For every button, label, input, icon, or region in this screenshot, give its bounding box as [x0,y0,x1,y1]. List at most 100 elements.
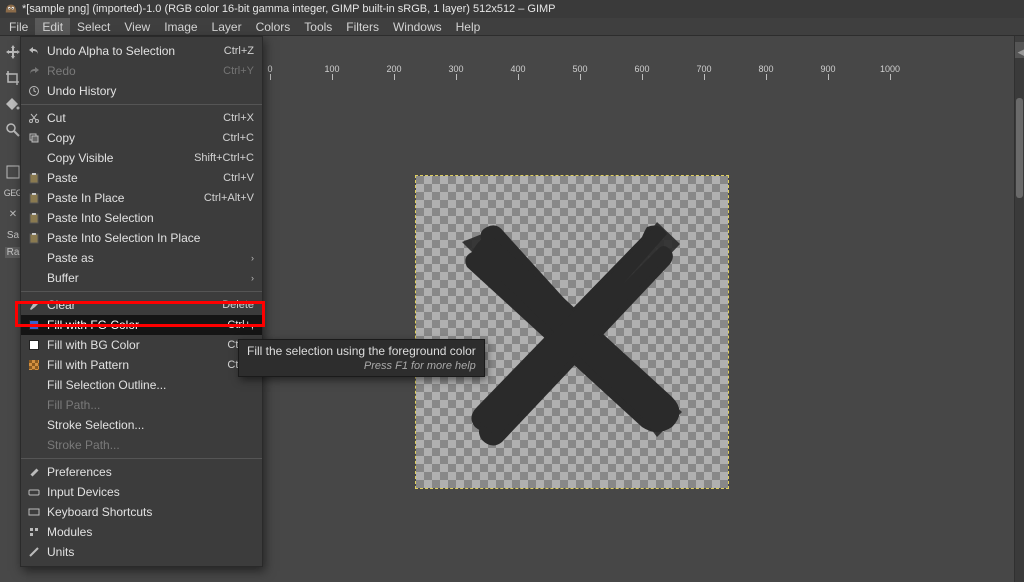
menu-view[interactable]: View [117,18,157,35]
menu-item-redo: RedoCtrl+Y [21,61,262,81]
menu-item-input-devices[interactable]: Input Devices [21,482,262,502]
menu-item-undo-history[interactable]: Undo History [21,81,262,101]
toolbox-label-ra: Ra [5,247,22,258]
menu-item-copy[interactable]: CopyCtrl+C [21,128,262,148]
blank-icon [27,438,41,452]
menu-separator [21,458,262,459]
menu-item-fill-with-bg-color[interactable]: Fill with BG ColorCtrl+. [21,335,262,355]
menu-item-label: Paste as [47,251,245,265]
menu-item-undo-alpha-to-selection[interactable]: Undo Alpha to SelectionCtrl+Z [21,41,262,61]
menu-item-fill-with-pattern[interactable]: Fill with PatternCtrl+; [21,355,262,375]
menu-item-label: Paste In Place [47,191,204,205]
blank-icon [27,151,41,165]
menu-edit[interactable]: Edit [35,18,70,35]
undo-icon [27,44,41,58]
paste-icon [27,231,41,245]
menu-item-accelerator: Shift+Ctrl+C [194,152,254,164]
menu-colors[interactable]: Colors [249,18,298,35]
units-icon [27,545,41,559]
menu-item-keyboard-shortcuts[interactable]: Keyboard Shortcuts [21,502,262,522]
menu-windows[interactable]: Windows [386,18,449,35]
menu-item-paste[interactable]: PasteCtrl+V [21,168,262,188]
menu-file[interactable]: File [2,18,35,35]
menu-item-preferences[interactable]: Preferences [21,462,262,482]
tooltip: Fill the selection using the foreground … [238,339,485,377]
menu-item-label: Fill with Pattern [47,358,227,372]
menu-item-label: Paste Into Selection In Place [47,231,254,245]
menu-tools[interactable]: Tools [297,18,339,35]
ruler-mark: 900 [820,64,835,74]
menu-image[interactable]: Image [157,18,204,35]
menu-item-label: Keyboard Shortcuts [47,505,254,519]
blank-icon [27,271,41,285]
cut-icon [27,111,41,125]
menu-item-label: Buffer [47,271,245,285]
ruler-mark: 600 [634,64,649,74]
right-dock-edge: ◀ [1014,36,1024,582]
menu-item-clear[interactable]: ClearDelete [21,295,262,315]
prefs-icon [27,465,41,479]
ruler-mark: 1000 [880,64,900,74]
fg-icon [27,318,41,332]
ruler-mark: 300 [448,64,463,74]
mod-icon [27,525,41,539]
menu-item-modules[interactable]: Modules [21,522,262,542]
menu-item-label: Copy Visible [47,151,194,165]
tooltip-help-hint: Press F1 for more help [247,360,476,372]
menu-layer[interactable]: Layer [205,18,249,35]
menu-help[interactable]: Help [449,18,488,35]
menu-item-cut[interactable]: CutCtrl+X [21,108,262,128]
menu-item-accelerator: Ctrl+, [227,319,254,331]
menu-item-label: Modules [47,525,254,539]
menu-item-label: Paste [47,171,223,185]
input-icon [27,485,41,499]
redo-icon [27,64,41,78]
menu-item-paste-into-selection[interactable]: Paste Into Selection [21,208,262,228]
submenu-arrow-icon: › [251,273,254,283]
blank-icon [27,378,41,392]
menu-item-label: Stroke Selection... [47,418,254,432]
menu-item-buffer[interactable]: Buffer › [21,268,262,288]
menu-item-label: Stroke Path... [47,438,254,452]
tooltip-text: Fill the selection using the foreground … [247,344,476,358]
paste-icon [27,171,41,185]
menu-item-units[interactable]: Units [21,542,262,562]
menu-item-label: Paste Into Selection [47,211,254,225]
scrollbar-thumb[interactable] [1016,98,1023,198]
image-canvas[interactable] [416,176,728,488]
menubar: FileEditSelectViewImageLayerColorsToolsF… [0,18,1024,36]
ruler-mark: 400 [510,64,525,74]
menu-item-copy-visible[interactable]: Copy VisibleShift+Ctrl+C [21,148,262,168]
window-title: *[sample png] (imported)-1.0 (RGB color … [22,3,556,15]
menu-item-fill-with-fg-color[interactable]: Fill with FG ColorCtrl+, [21,315,262,335]
menu-filters[interactable]: Filters [339,18,386,35]
menu-item-paste-in-place[interactable]: Paste In PlaceCtrl+Alt+V [21,188,262,208]
menu-item-accelerator: Ctrl+Z [224,45,254,57]
scrollbar-vertical[interactable] [1015,58,1024,582]
blank-icon [27,398,41,412]
menu-item-label: Redo [47,64,223,78]
menu-item-label: Fill with BG Color [47,338,227,352]
menu-separator [21,104,262,105]
menu-item-fill-selection-outline[interactable]: Fill Selection Outline... [21,375,262,395]
paste-icon [27,211,41,225]
menu-item-label: Undo Alpha to Selection [47,44,224,58]
menu-item-paste-into-selection-in-place[interactable]: Paste Into Selection In Place [21,228,262,248]
menu-item-stroke-path: Stroke Path... [21,435,262,455]
toolbox-label-sa: Sa [7,230,19,241]
menu-item-accelerator: Ctrl+C [223,132,254,144]
ruler-mark: 0 [267,64,272,74]
menu-item-paste-as[interactable]: Paste as› [21,248,262,268]
menu-item-fill-path: Fill Path... [21,395,262,415]
menu-item-stroke-selection[interactable]: Stroke Selection... [21,415,262,435]
menu-select[interactable]: Select [70,18,117,35]
ruler-mark: 800 [758,64,773,74]
window-titlebar: *[sample png] (imported)-1.0 (RGB color … [0,0,1024,18]
clear-icon [27,298,41,312]
bg-icon [27,338,41,352]
menu-item-label: Clear [47,298,222,312]
x-brush-artwork [416,176,728,488]
menu-item-accelerator: Ctrl+V [223,172,254,184]
menu-item-accelerator: Ctrl+Y [223,65,254,77]
edit-menu-popup: Undo Alpha to SelectionCtrl+ZRedoCtrl+YU… [20,36,263,567]
